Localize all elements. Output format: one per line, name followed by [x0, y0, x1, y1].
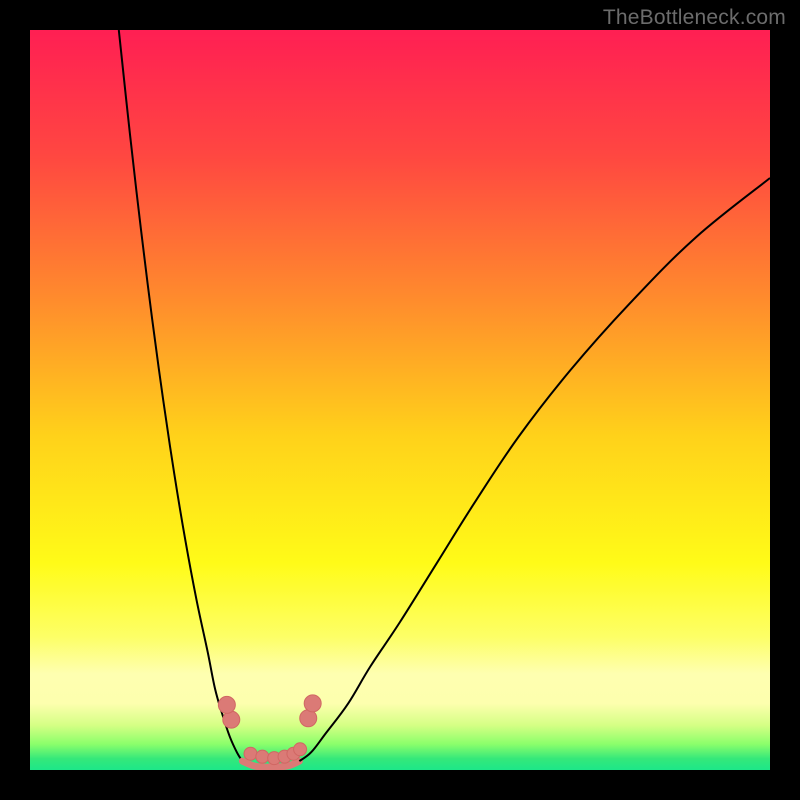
marker-floor-6: [294, 743, 307, 756]
outer-frame: TheBottleneck.com: [0, 0, 800, 800]
marker-left-pair-high: [218, 696, 235, 713]
marker-floor-1: [244, 747, 257, 760]
marker-group: [218, 695, 321, 765]
marker-right-pair-high: [304, 695, 321, 712]
curve-right-branch: [299, 178, 770, 761]
chart-svg: [30, 30, 770, 770]
curve-left-branch: [119, 30, 243, 761]
watermark-text: TheBottleneck.com: [603, 6, 786, 30]
marker-floor-2: [256, 750, 269, 763]
plot-area: [30, 30, 770, 770]
